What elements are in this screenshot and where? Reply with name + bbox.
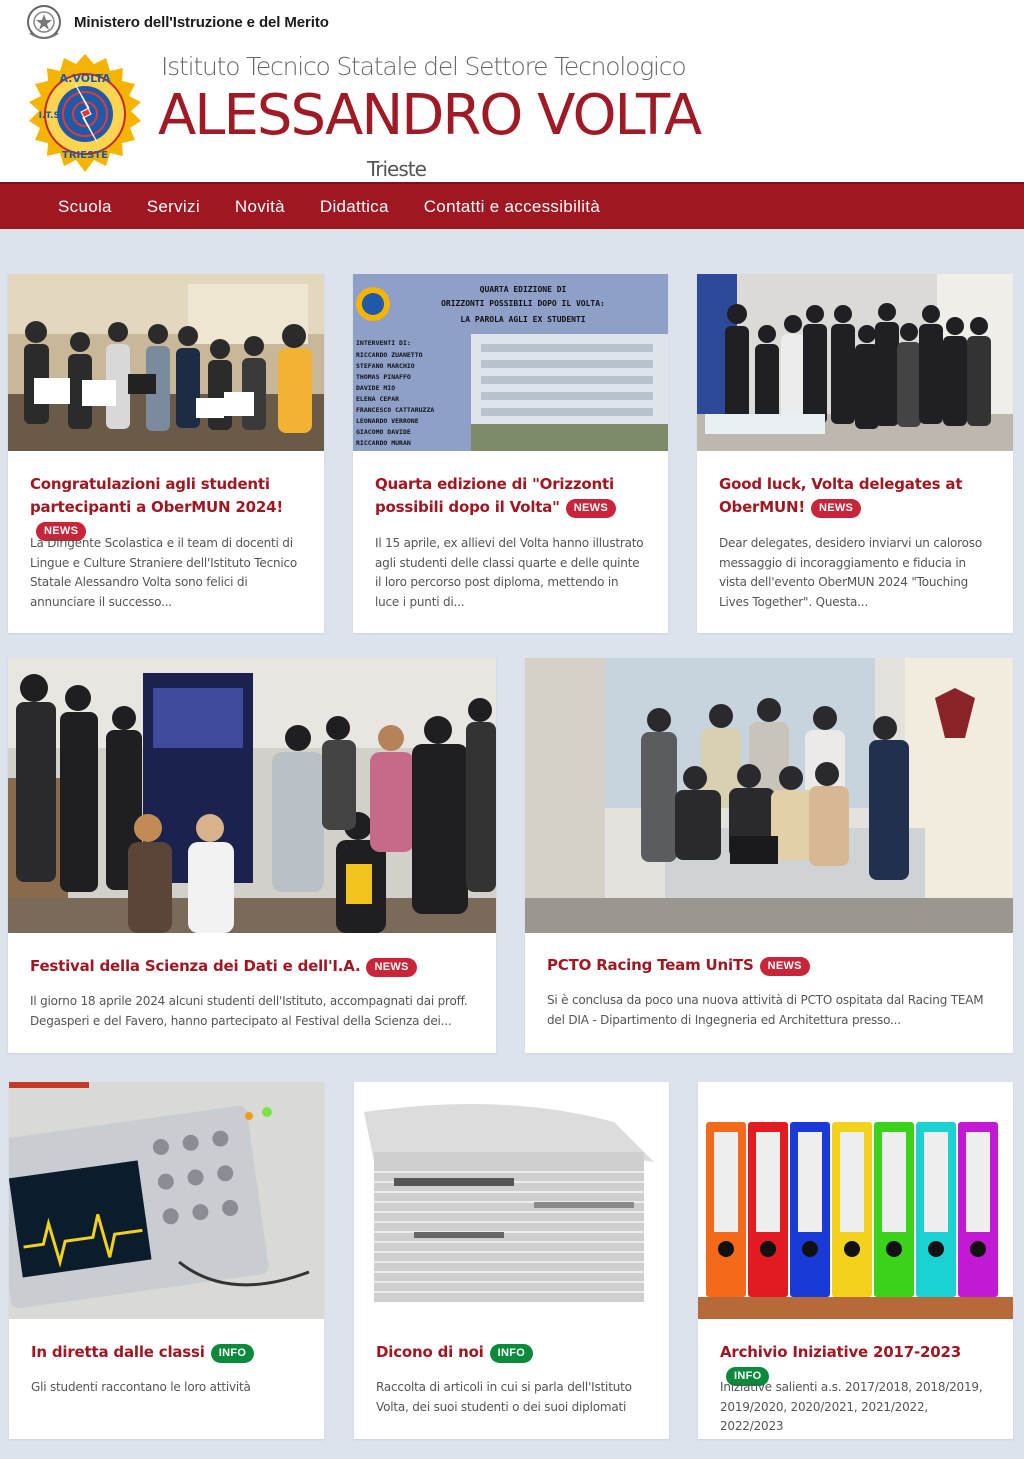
poster-speaker: DAVIDE MIO <box>356 384 395 392</box>
school-city: Trieste <box>367 157 427 181</box>
news-badge: NEWS <box>810 499 862 518</box>
card-title[interactable]: PCTO Racing Team UniTS NEWS <box>547 954 993 977</box>
card-excerpt: Si è conclusa da poco una nuova attività… <box>547 993 984 1027</box>
poster-speakers-label: INTERVENTI DI: <box>356 339 411 347</box>
card-photo[interactable] <box>8 274 324 451</box>
poster-heading-3: LA PAROLA AGLI EX STUDENTI <box>460 315 585 324</box>
ministry-name: Ministero dell'Istruzione e del Merito <box>74 13 329 31</box>
card-title-text: Festival della Scienza dei Dati e dell'I… <box>30 957 361 975</box>
card-title-text: Congratulazioni agli studenti partecipan… <box>30 475 283 516</box>
card-excerpt: Dear delegates, desidero inviarvi un cal… <box>719 536 982 609</box>
card-photo[interactable] <box>8 658 496 933</box>
school-name[interactable]: ALESSANDRO VOLTA <box>158 84 702 148</box>
nav-item-didattica[interactable]: Didattica <box>320 197 389 217</box>
news-card[interactable]: Good luck, Volta delegates at OberMUN! NE… <box>697 274 1013 633</box>
svg-text:TRIESTE: TRIESTE <box>62 150 108 161</box>
card-photo[interactable] <box>697 274 1013 451</box>
school-logo-icon[interactable]: A.VOLTA TRIESTE I.T.S. <box>24 52 146 176</box>
card-title[interactable]: Dicono di noi INFO <box>376 1341 649 1364</box>
poster-speaker: RICCARDO ZUANETTO <box>356 351 423 359</box>
news-card[interactable]: PCTO Racing Team UniTS NEWS Si è conclusa… <box>525 658 1013 1053</box>
card-title-text: Dicono di noi <box>376 1343 484 1361</box>
card-excerpt: Il giorno 18 aprile 2024 alcuni studenti… <box>30 994 468 1028</box>
ministry-link[interactable]: Ministero dell'Istruzione e del Merito <box>26 2 329 42</box>
news-card[interactable]: Festival della Scienza dei Dati e dell'I… <box>8 658 496 1053</box>
site-header: Ministero dell'Istruzione e del Merito A… <box>0 0 1024 182</box>
poster-speaker: ELENA CEPAR <box>356 395 399 403</box>
svg-text:A.VOLTA: A.VOLTA <box>60 72 111 85</box>
card-photo[interactable] <box>9 1082 324 1319</box>
poster-speaker: RICCARDO MURAN <box>356 439 411 447</box>
info-badge: INFO <box>489 1344 534 1363</box>
nav-item-contatti[interactable]: Contatti e accessibilità <box>424 197 600 217</box>
news-badge: NEWS <box>565 499 616 518</box>
info-card[interactable]: Archivio Iniziative 2017-2023INFO Inizia… <box>698 1082 1013 1439</box>
card-photo[interactable] <box>525 658 1013 933</box>
card-excerpt: Iniziative salienti a.s. 2017/2018, 2018… <box>720 1380 983 1433</box>
poster-heading-1: QUARTA EDIZIONE DI <box>480 285 567 294</box>
nav-item-novita[interactable]: Novità <box>235 197 285 217</box>
card-title[interactable]: Festival della Scienza dei Dati e dell'I… <box>30 955 476 978</box>
poster-heading-2: ORIZZONTI POSSIBILI DOPO IL VOLTA: <box>441 299 605 308</box>
card-photo[interactable] <box>698 1082 1013 1319</box>
card-poster[interactable]: QUARTA EDIZIONE DI ORIZZONTI POSSIBILI D… <box>353 274 668 451</box>
italian-republic-emblem-icon <box>27 5 61 39</box>
info-card[interactable]: In diretta dalle classi INFO Gli studenti… <box>9 1082 324 1439</box>
info-card[interactable]: Dicono di noi INFO Raccolta di articoli i… <box>354 1082 669 1439</box>
news-badge: NEWS <box>759 957 810 976</box>
card-title[interactable]: Good luck, Volta delegates at OberMUN! NE… <box>719 473 993 519</box>
card-title[interactable]: Quarta edizione di "Orizzonti possibili … <box>375 473 648 519</box>
card-excerpt: Raccolta di articoli in cui si parla del… <box>376 1380 632 1414</box>
news-card[interactable]: Congratulazioni agli studenti partecipan… <box>8 274 324 633</box>
poster-speaker: FRANCESCO CATTARUZZA <box>356 406 434 414</box>
card-title[interactable]: Congratulazioni agli studenti partecipan… <box>30 473 304 542</box>
nav-item-servizi[interactable]: Servizi <box>147 197 200 217</box>
card-photo[interactable] <box>354 1082 669 1319</box>
nav-item-scuola[interactable]: Scuola <box>58 197 112 217</box>
card-title-text: Archivio Iniziative 2017-2023 <box>720 1343 961 1361</box>
news-badge: NEWS <box>366 958 417 977</box>
card-title[interactable]: In diretta dalle classi INFO <box>31 1341 304 1364</box>
card-title-text: PCTO Racing Team UniTS <box>547 956 754 974</box>
poster-speaker: THOMAS PINAFFO <box>356 373 411 381</box>
poster-speaker: STEFANO MARCHIO <box>356 362 415 370</box>
school-subtitle: Istituto Tecnico Statale del Settore Tec… <box>161 52 687 81</box>
card-excerpt: Gli studenti raccontano le loro attività <box>31 1380 251 1394</box>
news-card[interactable]: QUARTA EDIZIONE DI ORIZZONTI POSSIBILI D… <box>353 274 668 633</box>
svg-text:I.T.S.: I.T.S. <box>39 111 64 121</box>
card-title-text: In diretta dalle classi <box>31 1343 205 1361</box>
poster-speaker: LEONARDO VERRONE <box>356 417 419 425</box>
info-badge: INFO <box>210 1344 255 1363</box>
main-navigation: Scuola Servizi Novità Didattica Contatti… <box>0 182 1024 229</box>
poster-speaker: GIACOMO DAVIDE <box>356 428 411 436</box>
card-excerpt: Il 15 aprile, ex allievi del Volta hanno… <box>375 536 644 609</box>
card-excerpt: La Dirigente Scolastica e il team di doc… <box>30 536 298 609</box>
